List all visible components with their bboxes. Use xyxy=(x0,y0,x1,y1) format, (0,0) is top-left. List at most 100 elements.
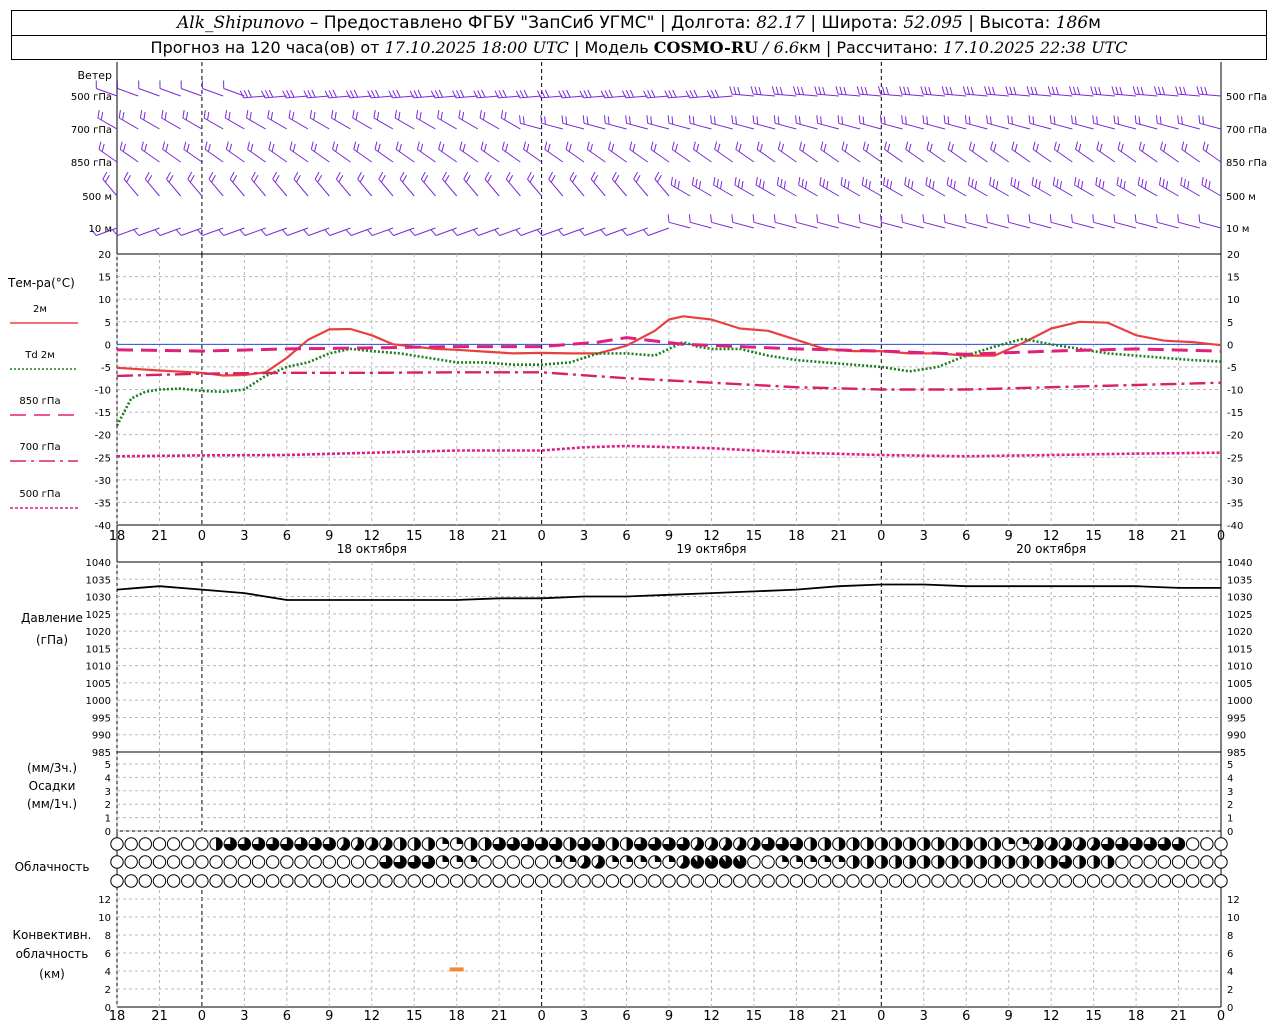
wind-barb-feather xyxy=(458,110,461,119)
cloud-circle xyxy=(775,874,789,888)
legend-label-2: 850 гПа xyxy=(19,396,60,407)
time-tick-label-bottom: 0 xyxy=(1217,1009,1225,1024)
wind-barb-feather xyxy=(413,90,418,98)
temp-tick-left: -5 xyxy=(101,363,111,374)
wind-barb-feather xyxy=(243,90,249,98)
pres-tick-left: 1030 xyxy=(86,593,111,604)
wind-barb xyxy=(225,117,245,130)
cloud-circle xyxy=(1129,855,1143,869)
wind-barb xyxy=(1157,122,1179,130)
wind-barb-feather xyxy=(950,179,953,188)
wind-barb xyxy=(459,148,479,163)
wind-barb-feather xyxy=(646,115,649,124)
wind-barb xyxy=(208,178,224,197)
wind-barb-feather xyxy=(303,229,310,236)
wind-barb-feather xyxy=(858,214,861,223)
wind-barb-feather xyxy=(986,214,988,223)
wind-barb-feather xyxy=(1013,86,1017,95)
cloud-circle xyxy=(265,855,280,869)
wind-barb-feather xyxy=(926,141,930,150)
wind-barb-feather xyxy=(540,115,543,124)
wind-barb-feather xyxy=(1095,177,1098,186)
wind-barb xyxy=(395,148,415,163)
cloud-circle xyxy=(166,855,181,869)
wind-barb-feather xyxy=(1057,143,1061,152)
wind-barb-feather xyxy=(922,214,925,223)
wind-barb xyxy=(565,148,585,163)
wind-barb-feather xyxy=(1144,180,1147,190)
wind-barb xyxy=(923,93,946,97)
cloud-circle xyxy=(166,837,181,851)
wind-barb-feather xyxy=(477,90,482,98)
wind-barb-feather xyxy=(1069,86,1073,95)
wind-barb-feather xyxy=(693,89,698,98)
cloud-circle xyxy=(534,855,549,869)
wind-barb-feather xyxy=(1076,86,1081,95)
cloud-circle xyxy=(945,874,959,888)
wind-barb-feather xyxy=(140,141,144,150)
time-tick-label-bottom: 12 xyxy=(703,1009,720,1024)
cloud-circle xyxy=(365,874,379,888)
wind-barb-feather xyxy=(989,177,992,186)
cloud-circle xyxy=(280,855,294,869)
wind-barb-feather xyxy=(1184,143,1188,152)
temp-tick-left: -10 xyxy=(95,386,111,397)
cloud-fill xyxy=(867,855,874,869)
cloud-circle xyxy=(1143,855,1157,869)
wind-barb xyxy=(484,178,500,197)
wind-barb-feather xyxy=(716,179,719,188)
wind-barb-feather xyxy=(843,179,847,188)
wind-barb xyxy=(520,122,542,130)
cloud-circle xyxy=(237,874,252,888)
temp-tick-left: 15 xyxy=(98,273,111,284)
wind-barb-feather xyxy=(1011,116,1013,125)
cloud-circle xyxy=(138,837,153,851)
wind-barb-feather xyxy=(1099,143,1103,152)
wind-barb-feather xyxy=(629,116,631,125)
wind-barb-feather xyxy=(651,89,656,98)
cloud-fill xyxy=(1093,855,1100,869)
wind-barb-feather xyxy=(883,116,886,125)
wind-barb xyxy=(1180,184,1201,197)
wind-barb xyxy=(820,148,840,163)
time-tick-label-bottom: 12 xyxy=(1043,1009,1060,1024)
wind-barb-feather xyxy=(417,89,422,98)
wind-barb xyxy=(944,221,967,229)
wind-barb-feather xyxy=(166,171,171,180)
cloud-circle xyxy=(223,874,237,888)
wind-barb-feather xyxy=(544,141,548,150)
wind-barb xyxy=(841,148,861,163)
wind-barb-feather xyxy=(837,214,840,223)
wind-barb-feather xyxy=(837,115,840,124)
wind-barb xyxy=(527,178,542,197)
temp-tick-left: -30 xyxy=(95,476,111,487)
wind-barb-feather xyxy=(668,90,673,98)
cloud-circle xyxy=(124,855,138,869)
wind-barb xyxy=(946,184,967,197)
wind-barb xyxy=(817,122,839,130)
wind-barb-feather xyxy=(1204,179,1208,188)
wind-barb xyxy=(923,221,946,229)
wind-barb-feather xyxy=(776,177,780,186)
wind-barb-feather xyxy=(353,141,357,150)
precip-unit-3h: (мм/3ч.) xyxy=(27,761,77,775)
wind-barb-feather xyxy=(884,141,887,150)
wind-barb-feather xyxy=(756,141,760,150)
prec-tick-left: 1 xyxy=(105,814,111,825)
wind-barb-feather xyxy=(586,116,589,125)
cloud-fill xyxy=(470,837,478,851)
wind-barb-feather xyxy=(714,141,718,150)
wind-barb-feather xyxy=(738,143,742,152)
wind-barb xyxy=(612,178,627,197)
cloud-fill xyxy=(1079,855,1086,869)
wind-barb-feather xyxy=(1138,116,1141,125)
wind-barb-feather xyxy=(800,86,805,95)
wind-barb xyxy=(862,148,882,163)
wind-barb-feather xyxy=(866,143,869,152)
cloud-fill xyxy=(923,837,930,851)
cloud-fill xyxy=(994,837,1001,851)
time-tick-label: 21 xyxy=(1170,529,1187,544)
cloud-circle xyxy=(464,874,478,888)
wind-barb-feather xyxy=(590,143,593,152)
wind-barb xyxy=(166,178,182,197)
